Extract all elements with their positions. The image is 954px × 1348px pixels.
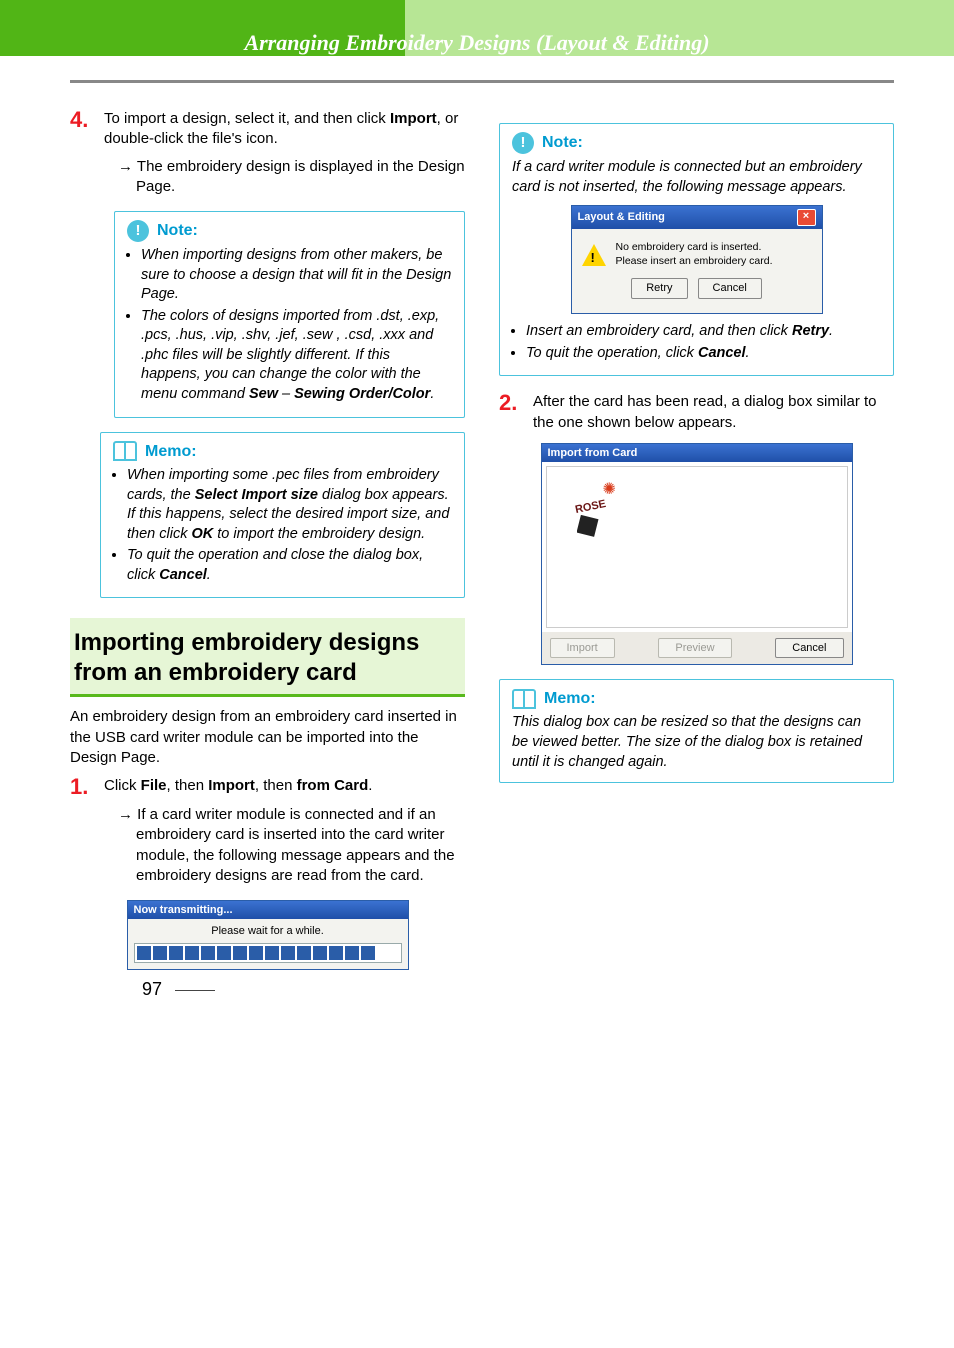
cancel-button[interactable]: Cancel bbox=[775, 638, 843, 658]
chapter-header: Arranging Embroidery Designs (Layout & E… bbox=[0, 0, 954, 56]
note-icon: ! bbox=[512, 132, 534, 154]
memo-label: Memo: bbox=[145, 441, 197, 463]
text: – bbox=[278, 386, 294, 402]
memo-icon bbox=[512, 689, 536, 709]
text: . bbox=[829, 323, 833, 339]
step-text: To import a design, select it, and then … bbox=[104, 109, 465, 150]
page-number: 97 bbox=[142, 979, 215, 1000]
step-1-result: If a card writer module is connected and… bbox=[118, 805, 465, 886]
memo-text: This dialog box can be resized so that t… bbox=[512, 713, 881, 772]
text: To quit the operation, click bbox=[526, 345, 698, 361]
dialog-title: Layout & Editing bbox=[578, 210, 665, 225]
section-heading: Importing embroidery designs from an emb… bbox=[70, 618, 465, 697]
note-bullet: Insert an embroidery card, and then clic… bbox=[526, 322, 881, 342]
note-label: Note: bbox=[542, 132, 583, 154]
text: . bbox=[207, 567, 211, 583]
dialog-title: Import from Card bbox=[542, 444, 852, 462]
step-1: 1. Click File, then Import, then from Ca… bbox=[70, 776, 465, 798]
dialog-message: Please wait for a while. bbox=[134, 925, 402, 937]
step-number: 1. bbox=[70, 776, 104, 798]
note-icon: ! bbox=[127, 220, 149, 242]
page-number-value: 97 bbox=[142, 979, 162, 999]
progress-bar bbox=[134, 943, 402, 963]
memo-callout-2: Memo: This dialog box can be resized so … bbox=[499, 679, 894, 783]
no-card-dialog: Layout & Editing × No embroidery card is… bbox=[571, 205, 823, 314]
close-icon[interactable]: × bbox=[797, 209, 816, 226]
bold: Import bbox=[208, 777, 255, 794]
section-intro: An embroidery design from an embroidery … bbox=[70, 707, 465, 768]
sun-design-icon[interactable]: ✺ bbox=[603, 479, 616, 499]
step-number: 4. bbox=[70, 109, 104, 131]
page-number-rule bbox=[175, 990, 215, 991]
text: Click bbox=[104, 777, 141, 794]
note-callout-2: ! Note: If a card writer module is conne… bbox=[499, 123, 894, 376]
memo-label: Memo: bbox=[544, 688, 596, 710]
step-text: Click File, then Import, then from Card. bbox=[104, 776, 465, 796]
memo-bullet: When importing some .pec files from embr… bbox=[127, 466, 452, 544]
import-design-area[interactable]: ✺ ROSE bbox=[546, 466, 848, 628]
bold: Retry bbox=[792, 323, 829, 339]
text: . bbox=[430, 386, 434, 402]
text: to import the embroidery design. bbox=[213, 526, 425, 542]
text: , then bbox=[167, 777, 209, 794]
right-column: ! Note: If a card writer module is conne… bbox=[499, 109, 894, 970]
note-label: Note: bbox=[157, 220, 198, 242]
bold: Cancel bbox=[159, 567, 207, 583]
bold: Cancel bbox=[698, 345, 746, 361]
text: . bbox=[368, 777, 372, 794]
text: , then bbox=[255, 777, 297, 794]
note-bullet: When importing designs from other makers… bbox=[141, 246, 452, 305]
text: Insert an embroidery card, and then clic… bbox=[526, 323, 792, 339]
dialog-title: Now transmitting... bbox=[128, 901, 408, 919]
import-from-card-dialog: Import from Card ✺ ROSE Import Preview C… bbox=[541, 443, 853, 665]
rose-design-label[interactable]: ROSE bbox=[574, 498, 607, 516]
step-text: After the card has been read, a dialog b… bbox=[533, 392, 894, 433]
memo-bullet: To quit the operation and close the dial… bbox=[127, 546, 452, 585]
note-bullet: To quit the operation, click Cancel. bbox=[526, 344, 881, 364]
bold: from Card bbox=[297, 777, 369, 794]
note-intro: If a card writer module is connected but… bbox=[512, 158, 881, 197]
bold: Sewing Order/Color bbox=[294, 386, 430, 402]
preview-button[interactable]: Preview bbox=[658, 638, 731, 658]
left-column: 4. To import a design, select it, and th… bbox=[70, 109, 465, 970]
bold: Import bbox=[390, 110, 437, 127]
chapter-title: Arranging Embroidery Designs (Layout & E… bbox=[0, 30, 954, 56]
bold: OK bbox=[191, 526, 213, 542]
memo-icon bbox=[113, 441, 137, 461]
cancel-button[interactable]: Cancel bbox=[698, 278, 762, 299]
transmitting-dialog: Now transmitting... Please wait for a wh… bbox=[127, 900, 409, 970]
warning-icon bbox=[582, 244, 606, 266]
dialog-message: Please insert an embroidery card. bbox=[616, 255, 773, 269]
text: To import a design, select it, and then … bbox=[104, 110, 390, 127]
step-number: 2. bbox=[499, 392, 533, 414]
flower-design-icon[interactable] bbox=[577, 515, 599, 537]
import-button[interactable]: Import bbox=[550, 638, 615, 658]
header-rule bbox=[70, 80, 894, 83]
bold: Sew bbox=[249, 386, 278, 402]
bold: Select Import size bbox=[195, 487, 318, 503]
memo-callout-1: Memo: When importing some .pec files fro… bbox=[100, 432, 465, 599]
step-2: 2. After the card has been read, a dialo… bbox=[499, 392, 894, 433]
note-callout-1: ! Note: When importing designs from othe… bbox=[114, 211, 465, 418]
text: . bbox=[746, 345, 750, 361]
retry-button[interactable]: Retry bbox=[631, 278, 687, 299]
bold: File bbox=[141, 777, 167, 794]
note-bullet: The colors of designs imported from .dst… bbox=[141, 307, 452, 405]
step-4: 4. To import a design, select it, and th… bbox=[70, 109, 465, 150]
dialog-message: No embroidery card is inserted. bbox=[616, 241, 773, 255]
step-4-result: The embroidery design is displayed in th… bbox=[118, 157, 465, 198]
